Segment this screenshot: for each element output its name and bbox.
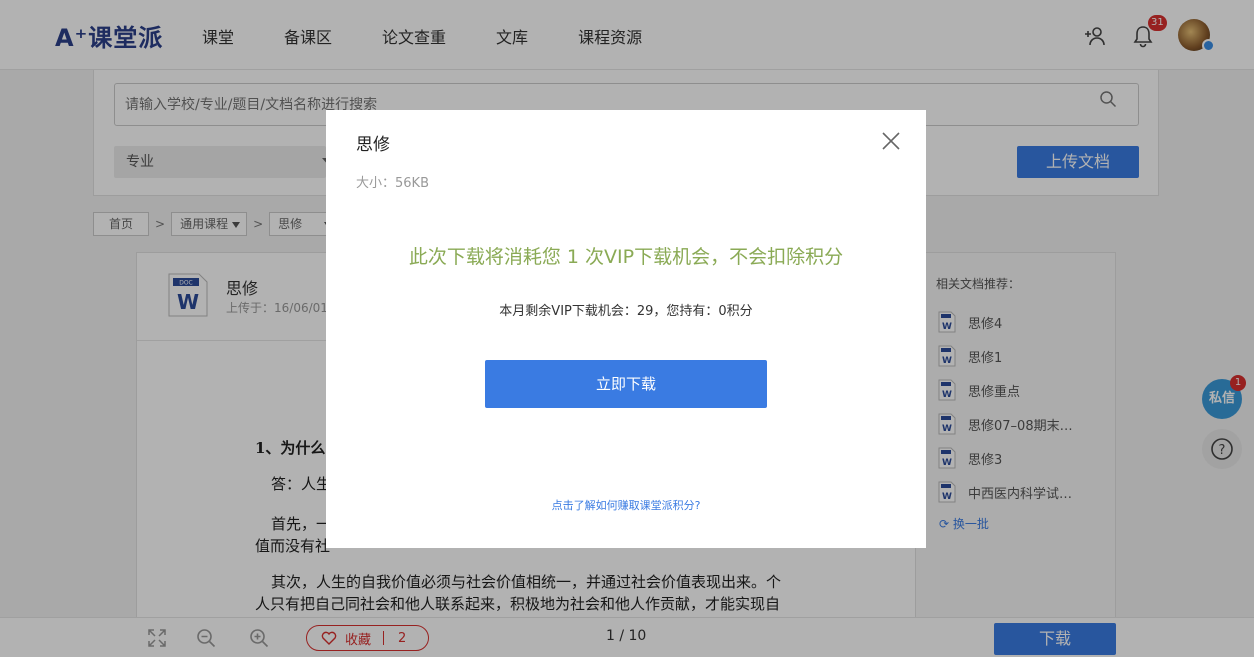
modal-title: 思修: [356, 135, 390, 155]
download-now-button[interactable]: 立即下载: [485, 360, 767, 408]
download-modal: 思修 大小：56KB 此次下载将消耗您 1 次VIP下载机会，不会扣除积分 本月…: [326, 110, 926, 548]
vip-consume-message: 此次下载将消耗您 1 次VIP下载机会，不会扣除积分: [408, 246, 844, 268]
file-size: 大小：56KB: [356, 176, 429, 191]
earn-points-link[interactable]: 点击了解如何赚取课堂派积分?: [326, 497, 926, 513]
remaining-quota: 本月剩余VIP下载机会：29，您持有：0积分: [499, 304, 753, 319]
close-icon[interactable]: [881, 131, 901, 151]
